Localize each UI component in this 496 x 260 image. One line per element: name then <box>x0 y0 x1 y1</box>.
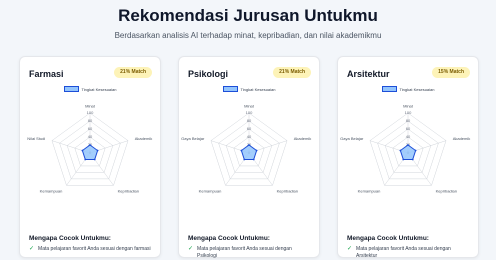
radar-tick-label: 60 <box>88 126 93 131</box>
why-item-text: Mata pelajaran favorit Anda sesuai denga… <box>197 246 292 259</box>
radar-data-point <box>81 149 84 152</box>
major-card-arsitektur[interactable]: Arsitektur 15% Match Tingkat Kesesuaian … <box>337 56 479 260</box>
legend-swatch <box>381 86 397 92</box>
why-item: ✓ Mata pelajaran favorit Anda sesuai den… <box>188 246 312 260</box>
major-card-farmasi[interactable]: Farmasi 21% Match Tingkat Kesesuaian 100… <box>19 56 161 258</box>
radar-tick-label: 100 <box>246 110 253 115</box>
why-title: Mengapa Cocok Untukmu: <box>188 235 270 242</box>
radar-data-point <box>411 158 414 161</box>
radar-data-point <box>414 149 417 152</box>
legend-label: Tingkat Kesesuaian <box>240 86 276 92</box>
radar-tick-label: 60 <box>406 126 411 131</box>
why-title: Mengapa Cocok Untukmu: <box>347 235 429 242</box>
check-icon: ✓ <box>347 246 353 252</box>
card-title: Psikologi <box>188 69 229 79</box>
radar-chart: 100806040200MinatAkademikKepribadianKema… <box>27 104 153 194</box>
radar-data-point <box>89 144 91 146</box>
radar-series-area <box>240 144 258 160</box>
radar-tick-label: 80 <box>406 118 411 123</box>
radar-data-point <box>399 149 402 152</box>
radar-axis-label: Gaya Belajar <box>181 136 205 141</box>
radar-axis-label: Kemampuan <box>199 189 222 194</box>
radar-data-point <box>255 149 258 152</box>
radar-axis-label: Minat <box>244 104 255 109</box>
chart-legend[interactable]: Tingkat Kesesuaian <box>20 85 160 93</box>
radar-axis-label: Akademik <box>135 136 153 141</box>
radar-tick-label: 40 <box>247 134 252 139</box>
radar-data-point <box>240 149 243 152</box>
radar-tick-label: 60 <box>247 126 252 131</box>
radar-data-point <box>248 144 250 146</box>
card-title: Farmasi <box>29 69 64 79</box>
match-badge: 21% Match <box>273 67 311 78</box>
radar-data-point <box>93 158 96 161</box>
radar-axis-label: Minat <box>85 104 96 109</box>
why-item: ✓ Mata pelajaran favorit Anda sesuai den… <box>347 246 471 260</box>
radar-axis-label: Akademik <box>294 136 312 141</box>
radar-axis-label: Kepribadian <box>118 189 139 194</box>
radar-tick-label: 40 <box>88 134 93 139</box>
card-title: Arsitektur <box>347 69 390 79</box>
radar-data-point <box>243 158 246 161</box>
legend-swatch <box>222 86 238 92</box>
radar-axis-label: Kemampuan <box>40 189 63 194</box>
chart-legend[interactable]: Tingkat Kesesuaian <box>179 85 319 93</box>
radar-axis-label: Kemampuan <box>358 189 381 194</box>
legend-swatch <box>63 86 79 92</box>
why-item-text: Mata pelajaran favorit Anda sesuai denga… <box>356 246 451 259</box>
match-badge: 15% Match <box>432 67 470 78</box>
radar-series-area <box>81 144 99 160</box>
radar-axis-label: Kepribadian <box>436 189 457 194</box>
radar-axis-label: Gaya Belajar <box>340 136 364 141</box>
match-badge: 21% Match <box>114 67 152 78</box>
page-title: Rekomendasi Jurusan Untukmu <box>118 6 378 25</box>
radar-tick-label: 40 <box>406 134 411 139</box>
radar-axis-label: Akademik <box>453 136 471 141</box>
major-card-psikologi[interactable]: Psikologi 21% Match Tingkat Kesesuaian 1… <box>178 56 320 260</box>
radar-axis-label: Nilai Studi <box>27 136 45 141</box>
radar-tick-label: 80 <box>88 118 93 123</box>
radar-axis-label: Kepribadian <box>277 189 298 194</box>
radar-tick-label: 100 <box>87 110 94 115</box>
radar-data-point <box>252 158 255 161</box>
radar-series-area <box>399 144 417 160</box>
radar-axis-label: Minat <box>403 104 414 109</box>
radar-data-point <box>402 158 405 161</box>
radar-data-point <box>84 158 87 161</box>
radar-data-point <box>96 149 99 152</box>
chart-legend[interactable]: Tingkat Kesesuaian <box>338 85 478 93</box>
check-icon: ✓ <box>188 246 194 252</box>
radar-data-point <box>407 144 409 146</box>
legend-label: Tingkat Kesesuaian <box>81 86 117 92</box>
radar-tick-label: 100 <box>405 110 412 115</box>
legend-label: Tingkat Kesesuaian <box>399 86 435 92</box>
page-subtitle: Berdasarkan analisis AI terhadap minat, … <box>114 31 382 40</box>
radar-tick-label: 80 <box>247 118 252 123</box>
radar-chart: 100806040200MinatAkademikKepribadianKema… <box>181 104 312 194</box>
why-title: Mengapa Cocok Untukmu: <box>29 235 111 242</box>
radar-chart: 100806040200MinatAkademikKepribadianKema… <box>340 104 471 194</box>
